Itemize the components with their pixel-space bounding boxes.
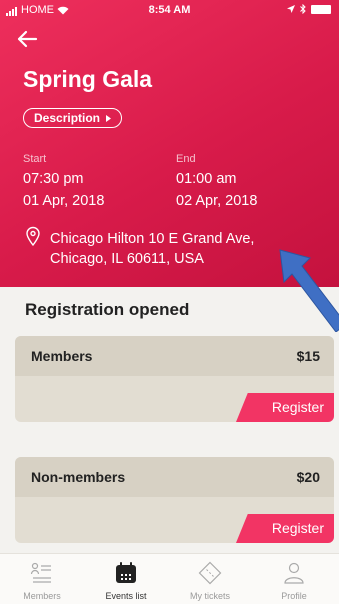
tab-label: Members	[23, 591, 61, 601]
bottom-tab-bar: Members Events list My tickets Profile	[0, 553, 339, 604]
calendar-icon	[116, 562, 136, 583]
description-label: Description	[34, 111, 101, 125]
description-button[interactable]: Description	[23, 108, 123, 128]
tab-label: Events list	[105, 591, 147, 601]
ticket-price: $15	[296, 348, 320, 364]
end-date: 02 Apr, 2018	[176, 193, 258, 209]
bluetooth-icon	[300, 4, 306, 14]
ticket-price: $20	[296, 469, 320, 485]
ticket-name: Members	[31, 348, 93, 364]
start-time: 07:30 pm	[23, 171, 84, 187]
location-arrow-icon	[287, 5, 295, 13]
start-label: Start	[23, 153, 47, 165]
members-list-icon	[30, 562, 51, 583]
ticket-card-members: Members $15 Register	[15, 336, 334, 422]
ticket-card-non-members: Non-members $20 Register	[15, 457, 334, 543]
tab-events-list[interactable]: Events list	[84, 554, 168, 604]
tab-label: Profile	[281, 591, 307, 601]
venue-line-1: Chicago Hilton 10 E Grand Ave,	[50, 231, 255, 247]
register-button-non-members[interactable]: Register	[236, 514, 334, 543]
end-time: 01:00 am	[176, 171, 237, 187]
register-button-members[interactable]: Register	[236, 393, 334, 422]
battery-icon	[311, 4, 331, 14]
venue-address: Chicago Hilton 10 E Grand Ave, Chicago, …	[50, 229, 310, 269]
back-arrow-icon[interactable]	[14, 26, 40, 52]
profile-icon	[284, 562, 304, 584]
ticket-name: Non-members	[31, 469, 126, 485]
status-bar: HOME 8:54 AM	[0, 0, 339, 22]
end-label: End	[176, 153, 196, 165]
annotation-arrow-icon	[279, 249, 339, 332]
location-pin-icon	[26, 226, 40, 246]
tab-my-tickets[interactable]: My tickets	[168, 554, 252, 604]
tab-label: My tickets	[189, 591, 230, 601]
tab-members[interactable]: Members	[0, 554, 84, 604]
event-title: Spring Gala	[23, 66, 153, 92]
tab-profile[interactable]: Profile	[252, 554, 336, 604]
registration-heading: Registration opened	[25, 300, 190, 319]
event-header: HOME 8:54 AM Spring Gala Description Sta…	[0, 0, 339, 287]
caret-right-icon	[106, 114, 112, 122]
start-date: 01 Apr, 2018	[23, 193, 105, 209]
ticket-icon	[198, 561, 222, 585]
venue-line-2: Chicago, IL 60611, USA	[50, 251, 204, 267]
